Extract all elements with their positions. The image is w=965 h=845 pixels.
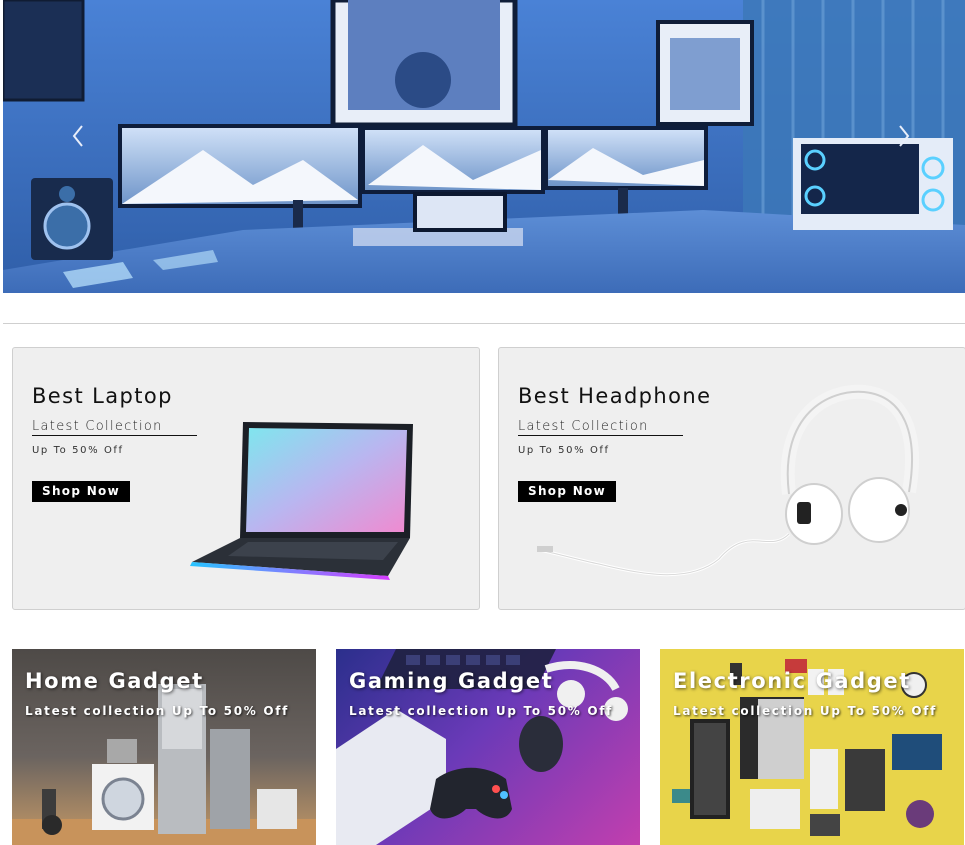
category-card-electronic-gadget[interactable]: Electronic Gadget Latest collection Up T… <box>660 649 964 845</box>
category-card-gaming-gadget[interactable]: Gaming Gadget Latest collection Up To 50… <box>336 649 640 845</box>
laptop-image <box>190 422 413 580</box>
promo-title: Best Laptop <box>32 384 173 408</box>
promo-offer: Up To 50% Off <box>32 445 124 456</box>
promo-card-headphone: Best Headphone Latest Collection Up To 5… <box>498 347 965 610</box>
shop-now-button[interactable]: Shop Now <box>32 481 130 502</box>
slider-next-button[interactable] <box>893 122 915 150</box>
category-title: Electronic Gadget <box>673 669 911 693</box>
promo-subtitle: Latest Collection <box>32 419 197 436</box>
section-divider <box>3 323 965 324</box>
category-subtitle: Latest collection Up To 50% Off <box>25 704 290 718</box>
slider-prev-button[interactable] <box>67 122 89 150</box>
category-subtitle: Latest collection Up To 50% Off <box>349 704 614 718</box>
category-title: Gaming Gadget <box>349 669 554 693</box>
promo-card-laptop: Best Laptop Latest Collection Up To 50% … <box>12 347 480 610</box>
category-card-home-gadget[interactable]: Home Gadget Latest collection Up To 50% … <box>12 649 316 845</box>
chevron-right-icon <box>899 125 910 147</box>
desk-setup-image <box>3 0 965 293</box>
hero-slider <box>3 0 965 293</box>
category-title: Home Gadget <box>25 669 204 693</box>
category-subtitle: Latest collection Up To 50% Off <box>673 704 938 718</box>
headphone-image <box>537 384 919 577</box>
chevron-left-icon <box>72 125 83 147</box>
